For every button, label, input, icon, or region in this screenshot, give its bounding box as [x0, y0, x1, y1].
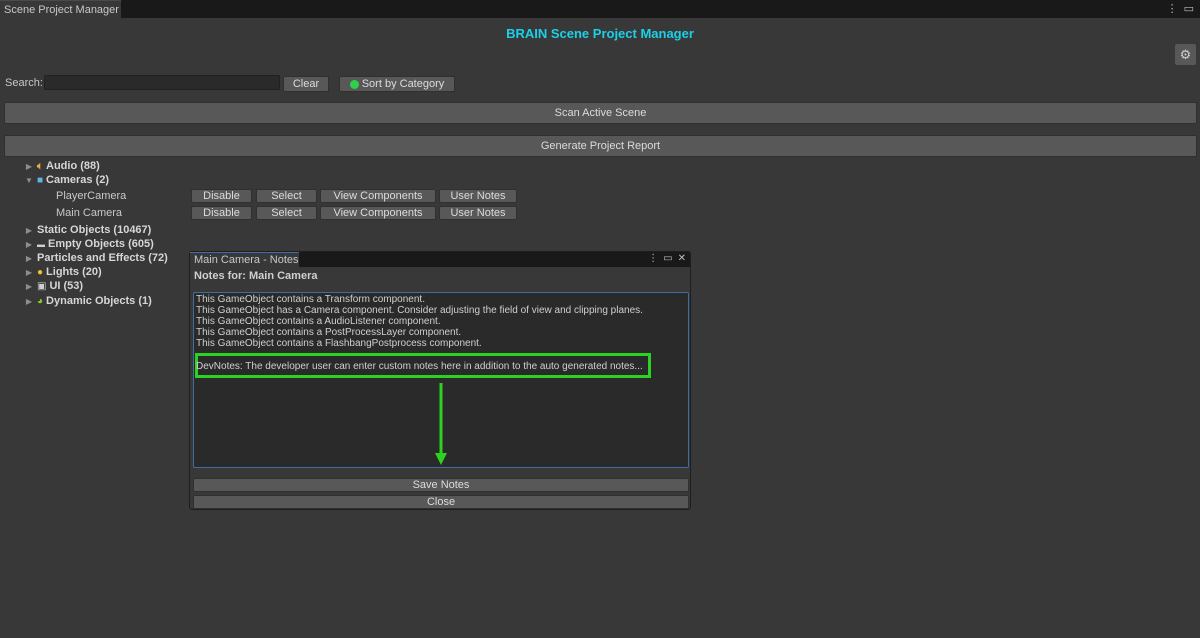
dev-note-text: DevNotes: The developer user can enter c…: [196, 361, 643, 372]
audio-icon: 🔈︎: [37, 160, 43, 172]
tree-item-label: Cameras (2): [46, 174, 110, 186]
tree-item-label: Empty Objects (605): [48, 238, 154, 250]
maximize-icon[interactable]: ▭: [1184, 2, 1194, 15]
window-tab[interactable]: Scene Project Manager: [0, 0, 121, 18]
expand-arrow-icon[interactable]: ▶: [24, 162, 34, 171]
tree-item-static-objects[interactable]: ▶ Static Objects (10467): [24, 223, 151, 237]
expand-arrow-icon[interactable]: ▶: [24, 240, 34, 249]
maximize-icon[interactable]: ▭: [663, 253, 672, 264]
notes-window-controls: ⋮ ▭ ✕: [648, 253, 686, 264]
app-title: BRAIN Scene Project Manager: [506, 26, 694, 41]
close-notes-label: Close: [426, 496, 456, 508]
generate-project-report-button[interactable]: Generate Project Report: [4, 135, 1197, 157]
close-icon[interactable]: ✕: [678, 253, 686, 264]
disable-button[interactable]: Disable: [191, 189, 252, 203]
note-line: This GameObject has a Camera component. …: [196, 305, 643, 316]
physics-icon: ◕: [37, 295, 44, 307]
search-input[interactable]: [44, 75, 280, 90]
lightbulb-icon: ●: [37, 266, 44, 278]
view-components-label: View Components: [333, 207, 423, 219]
window-tab-strip: Scene Project Manager ⋮ ▭: [0, 0, 1200, 18]
view-components-button[interactable]: View Components: [320, 189, 436, 203]
tree-item-cameras[interactable]: ▼ ■ Cameras (2): [24, 173, 109, 187]
note-line: This GameObject contains a Transform com…: [196, 294, 425, 305]
notes-window: Main Camera - Notes ⋮ ▭ ✕ Notes for: Mai…: [189, 251, 691, 510]
notes-heading: Notes for: Main Camera: [194, 270, 318, 282]
tree-item-label: Dynamic Objects (1): [46, 295, 152, 307]
tree-item-empty-objects[interactable]: ▶ ▬ Empty Objects (605): [24, 237, 154, 251]
scan-button-label: Scan Active Scene: [554, 107, 647, 119]
sort-button-label: Sort by Category: [361, 78, 445, 90]
tree-item-label: Lights (20): [46, 266, 102, 278]
expand-arrow-icon[interactable]: ▶: [24, 282, 34, 291]
disable-label: Disable: [203, 207, 240, 219]
user-notes-button[interactable]: User Notes: [439, 189, 517, 203]
user-notes-label: User Notes: [450, 190, 506, 202]
search-label: Search:: [5, 77, 43, 89]
tree-item-lights[interactable]: ▶ ● Lights (20): [24, 265, 102, 279]
collapse-arrow-icon[interactable]: ▼: [24, 176, 34, 185]
tree-item-particles-and-effects[interactable]: ▶ Particles and Effects (72): [24, 251, 168, 265]
clear-button-label: Clear: [292, 78, 320, 90]
camera-icon: ■: [37, 174, 44, 186]
select-label: Select: [271, 190, 302, 202]
kebab-menu-icon[interactable]: ⋮: [1167, 2, 1178, 15]
view-components-label: View Components: [333, 190, 423, 202]
note-line: This GameObject contains a FlashbangPost…: [196, 338, 482, 349]
user-notes-button[interactable]: User Notes: [439, 206, 517, 220]
sort-active-indicator: [349, 79, 359, 89]
expand-arrow-icon[interactable]: ▶: [24, 226, 34, 235]
clear-button[interactable]: Clear: [283, 76, 329, 92]
kebab-menu-icon[interactable]: ⋮: [648, 253, 658, 264]
notes-textarea[interactable]: This GameObject contains a Transform com…: [193, 292, 689, 468]
tree-item-audio[interactable]: ▶ 🔈︎ Audio (88): [24, 159, 100, 173]
camera-item-main-camera[interactable]: Main Camera: [56, 207, 122, 219]
expand-arrow-icon[interactable]: ▶: [24, 297, 34, 306]
save-notes-button[interactable]: Save Notes: [193, 478, 689, 492]
disable-label: Disable: [203, 190, 240, 202]
sort-by-category-button[interactable]: Sort by Category: [339, 76, 455, 92]
select-label: Select: [271, 207, 302, 219]
ui-rect-icon: ▣: [37, 280, 47, 292]
tree-item-dynamic-objects[interactable]: ▶ ◕ Dynamic Objects (1): [24, 294, 152, 308]
report-button-label: Generate Project Report: [540, 140, 661, 152]
select-button[interactable]: Select: [256, 206, 317, 220]
tree-item-ui[interactable]: ▶ ▣ UI (53): [24, 279, 83, 293]
notes-tab-strip: Main Camera - Notes ⋮ ▭ ✕: [190, 252, 690, 267]
expand-arrow-icon[interactable]: ▶: [24, 254, 34, 263]
settings-button[interactable]: ⚙: [1175, 44, 1196, 65]
tree-item-label: Static Objects (10467): [37, 224, 152, 236]
note-line: This GameObject contains a AudioListener…: [196, 316, 441, 327]
folder-icon: ▬: [37, 239, 45, 249]
expand-arrow-icon[interactable]: ▶: [24, 268, 34, 277]
tree-item-label: Particles and Effects (72): [37, 252, 168, 264]
arrow-down-icon: [435, 383, 447, 465]
select-button[interactable]: Select: [256, 189, 317, 203]
tree-item-label: UI (53): [49, 280, 84, 292]
save-notes-label: Save Notes: [412, 479, 470, 491]
disable-button[interactable]: Disable: [191, 206, 252, 220]
notes-window-tab[interactable]: Main Camera - Notes: [190, 252, 299, 267]
user-notes-label: User Notes: [450, 207, 506, 219]
window-controls: ⋮ ▭: [1167, 2, 1194, 15]
view-components-button[interactable]: View Components: [320, 206, 436, 220]
camera-item-playercamera[interactable]: PlayerCamera: [56, 190, 126, 202]
scan-active-scene-button[interactable]: Scan Active Scene: [4, 102, 1197, 124]
gear-icon: ⚙: [1179, 46, 1192, 62]
tree-item-label: Audio (88): [46, 160, 100, 172]
note-line: This GameObject contains a PostProcessLa…: [196, 327, 462, 338]
close-notes-button[interactable]: Close: [193, 495, 689, 509]
